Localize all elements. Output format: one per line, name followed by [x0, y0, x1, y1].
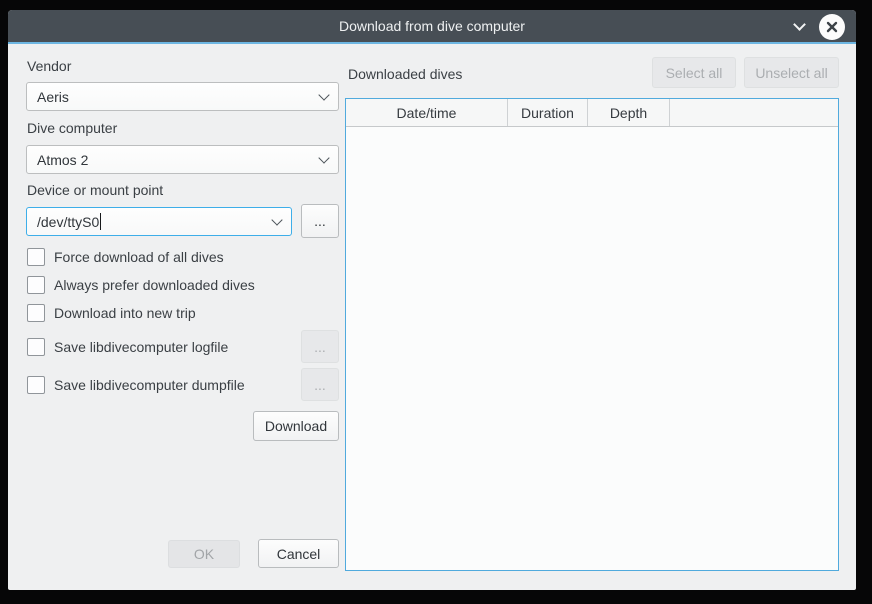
vendor-selected-value: Aeris — [37, 89, 69, 105]
dive-computer-selected-value: Atmos 2 — [37, 152, 88, 168]
device-value: /dev/ttyS0 — [37, 214, 99, 230]
close-button[interactable] — [819, 14, 845, 40]
downloaded-dives-title: Downloaded dives — [348, 66, 462, 82]
table-header-row: Date/time Duration Depth — [346, 99, 838, 127]
shade-button[interactable] — [790, 19, 808, 35]
save-dumpfile-checkbox[interactable] — [27, 376, 45, 394]
device-label: Device or mount point — [27, 182, 163, 198]
new-trip-label[interactable]: Download into new trip — [54, 305, 196, 321]
force-download-label[interactable]: Force download of all dives — [54, 249, 224, 265]
device-input[interactable]: /dev/ttyS0 — [26, 207, 292, 236]
column-header-datetime[interactable]: Date/time — [346, 99, 508, 126]
column-header-duration[interactable]: Duration — [508, 99, 588, 126]
save-logfile-checkbox[interactable] — [27, 338, 45, 356]
desktop-background: { "colors": { "titlebar": "#474e55", "ac… — [0, 0, 872, 604]
window-title: Download from dive computer — [8, 10, 856, 44]
vendor-label: Vendor — [27, 58, 71, 74]
cancel-button[interactable]: Cancel — [258, 539, 339, 568]
save-logfile-row: Save libdivecomputer logfile — [27, 338, 228, 356]
new-trip-checkbox[interactable] — [27, 304, 45, 322]
chevron-down-icon — [793, 18, 806, 31]
column-header-empty[interactable] — [670, 99, 838, 126]
chevron-down-icon — [318, 89, 329, 100]
select-all-button[interactable]: Select all — [652, 57, 736, 88]
column-header-depth[interactable]: Depth — [588, 99, 670, 126]
chevron-down-icon — [271, 214, 282, 225]
save-dumpfile-label[interactable]: Save libdivecomputer dumpfile — [54, 377, 245, 393]
force-download-checkbox[interactable] — [27, 248, 45, 266]
dive-computer-label: Dive computer — [27, 120, 117, 136]
vendor-select[interactable]: Aeris — [26, 82, 339, 111]
download-dialog-window: Download from dive computer Vendor Aeris… — [8, 10, 856, 590]
titlebar[interactable]: Download from dive computer — [8, 10, 856, 44]
new-trip-row: Download into new trip — [27, 304, 196, 322]
device-browse-button[interactable]: ... — [301, 204, 339, 238]
prefer-downloaded-label[interactable]: Always prefer downloaded dives — [54, 277, 255, 293]
ok-button[interactable]: OK — [168, 540, 240, 568]
save-logfile-label[interactable]: Save libdivecomputer logfile — [54, 339, 228, 355]
text-cursor — [100, 213, 101, 230]
prefer-downloaded-row: Always prefer downloaded dives — [27, 276, 255, 294]
downloaded-dives-table: Date/time Duration Depth — [345, 98, 839, 571]
dive-computer-select[interactable]: Atmos 2 — [26, 145, 339, 174]
logfile-browse-button[interactable]: ... — [301, 330, 339, 363]
chevron-down-icon — [318, 152, 329, 163]
close-icon — [826, 21, 838, 33]
download-button[interactable]: Download — [253, 411, 339, 441]
force-download-row: Force download of all dives — [27, 248, 224, 266]
table-body-empty[interactable] — [346, 128, 838, 570]
unselect-all-button[interactable]: Unselect all — [744, 57, 839, 88]
save-dumpfile-row: Save libdivecomputer dumpfile — [27, 376, 245, 394]
dumpfile-browse-button[interactable]: ... — [301, 368, 339, 401]
prefer-downloaded-checkbox[interactable] — [27, 276, 45, 294]
